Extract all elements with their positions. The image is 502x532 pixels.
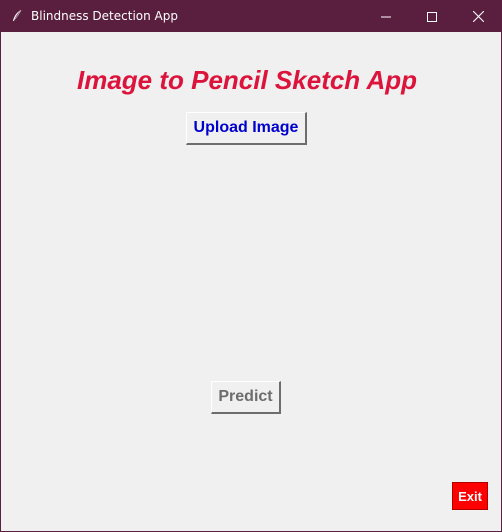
window-title: Blindness Detection App — [31, 9, 178, 23]
app-window: Blindness Detection App Image to Pencil … — [0, 0, 502, 532]
close-icon — [472, 11, 484, 22]
minimize-icon — [381, 16, 391, 17]
upload-image-button[interactable]: Upload Image — [186, 112, 307, 145]
predict-button[interactable]: Predict — [211, 381, 281, 414]
page-title: Image to Pencil Sketch App — [76, 65, 417, 95]
exit-button[interactable]: Exit — [452, 482, 488, 510]
title-bar[interactable]: Blindness Detection App — [1, 1, 501, 32]
close-button[interactable] — [455, 1, 501, 32]
maximize-button[interactable] — [409, 1, 455, 32]
maximize-icon — [427, 11, 437, 22]
minimize-button[interactable] — [363, 1, 409, 32]
feather-icon — [11, 9, 23, 23]
